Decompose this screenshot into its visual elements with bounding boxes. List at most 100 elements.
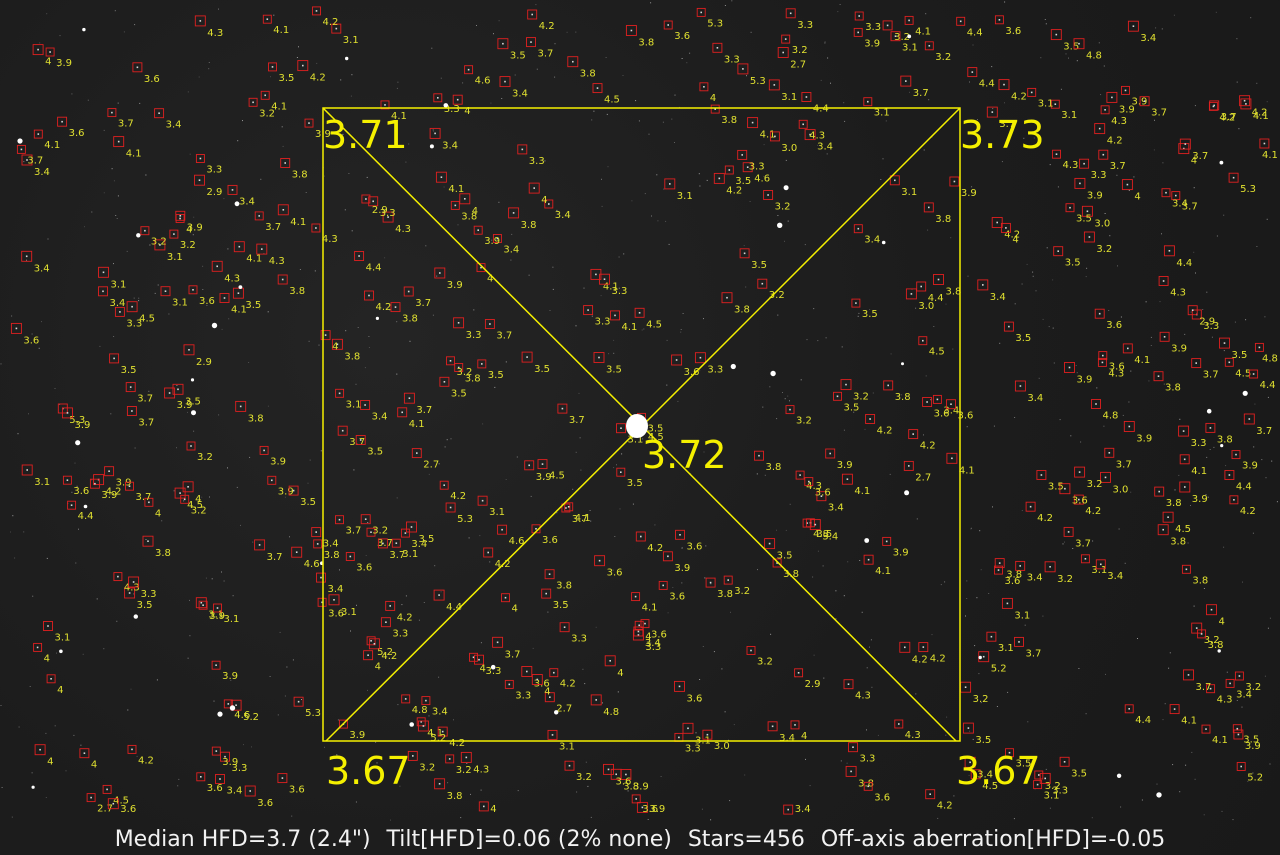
star-hfd-label: 4 [512, 604, 518, 615]
hfd-top-right: 3.73 [960, 113, 1045, 157]
sky-speckle [440, 591, 442, 593]
sky-speckle [703, 318, 704, 320]
star-hfd-label: 3.1 [1014, 610, 1030, 621]
sky-speckle [595, 626, 597, 628]
sky-speckle [890, 353, 892, 355]
star-hfd-label: 4 [490, 804, 496, 815]
sky-speckle [1242, 581, 1243, 583]
sky-speckle [208, 62, 210, 63]
star-point [1157, 375, 1160, 377]
sky-speckle [249, 456, 251, 458]
sky-speckle [837, 11, 839, 13]
sky-speckle [710, 819, 712, 821]
sky-speckle [812, 576, 814, 578]
star-point [635, 798, 637, 800]
sky-speckle [583, 287, 585, 289]
star-point [928, 45, 931, 47]
star-hfd-label: 3.1 [1061, 110, 1077, 121]
sky-speckle [1191, 751, 1193, 753]
sky-speckle [1211, 336, 1213, 338]
star-point [106, 788, 108, 791]
star-point [922, 646, 925, 648]
sky-speckle [605, 57, 607, 58]
star-hfd-label: 4.2 [1219, 112, 1235, 123]
sky-speckle [1059, 419, 1061, 421]
star-point [1162, 280, 1165, 282]
sky-speckle [1159, 301, 1161, 303]
star-hfd-label: 4 [186, 225, 192, 236]
sky-speckle [843, 102, 845, 104]
star-hfd-label: 3.5 [1232, 350, 1248, 361]
sky-speckle [1172, 764, 1174, 766]
sky-speckle [46, 557, 48, 559]
sky-speckle [667, 612, 669, 614]
sky-speckle [923, 149, 925, 151]
sky-speckle [133, 297, 135, 299]
sky-speckle [593, 110, 595, 112]
sky-speckle [591, 315, 593, 317]
sky-speckle [490, 102, 492, 104]
sky-speckle [1044, 19, 1046, 20]
sky-speckle [1118, 528, 1120, 530]
sky-speckle [31, 333, 33, 335]
sky-speckle [1104, 213, 1106, 214]
star-point [640, 535, 642, 538]
sky-speckle [405, 595, 407, 597]
star-point [971, 71, 974, 73]
star-hfd-label: 3.7 [27, 155, 43, 166]
sky-speckle [1064, 541, 1065, 543]
star-hfd-label: 4.3 [809, 130, 825, 141]
star-point [997, 569, 1000, 571]
sky-speckle [549, 310, 551, 311]
sky-speckle [32, 595, 34, 597]
star-hfd-label: 3.6 [687, 693, 703, 704]
sky-speckle [1265, 477, 1267, 479]
star-hfd-label: 3.8 [580, 69, 596, 80]
star-point [315, 531, 317, 533]
sky-speckle [969, 730, 971, 732]
star-point [953, 180, 956, 183]
star-hfd-label: 3.2 [197, 452, 213, 463]
sky-speckle [438, 676, 440, 678]
star-hfd-label: 3.8 [946, 287, 962, 298]
star-hfd-label: 3.3 [595, 317, 611, 328]
star-hfd-label: 3.4 [1107, 571, 1123, 582]
sky-speckle [776, 418, 778, 420]
star-hfd-label: 3.5 [1243, 735, 1259, 746]
star-hfd-label: 2.9 [196, 357, 212, 368]
sky-speckle [1193, 251, 1195, 253]
star-point [271, 479, 273, 482]
star-hfd-label: 4.2 [726, 185, 742, 196]
sky-speckle [681, 547, 683, 549]
sky-speckle [776, 529, 777, 531]
star-hfd-label: 3.6 [356, 563, 372, 574]
sky-speckle [826, 153, 828, 155]
star-field-overlay: 3.43.54.83.73.94.14.24.53.63.83.34.343.2… [0, 0, 1278, 821]
sky-speckle [1080, 441, 1082, 443]
star-hfd-label: 4.2 [376, 302, 392, 313]
star-hfd-label: 4.4 [1176, 258, 1192, 269]
star-point [438, 783, 441, 785]
bright-star-point [133, 614, 138, 619]
bright-star-point [978, 655, 982, 660]
star-point [215, 664, 217, 666]
star-point [1248, 418, 1251, 420]
sky-speckle [756, 473, 758, 475]
star-hfd-label: 3.7 [267, 552, 283, 563]
star-hfd-label: 3.3 [707, 365, 723, 376]
sky-speckle [47, 238, 49, 240]
star-point [667, 555, 669, 558]
star-hfd-label: 3.8 [461, 211, 477, 222]
sky-speckle [648, 133, 650, 135]
sky-speckle [663, 188, 665, 190]
star-point [996, 221, 998, 224]
star-point [679, 534, 681, 536]
sky-speckle [87, 99, 89, 101]
sky-speckle [1194, 778, 1196, 780]
star-hfd-label: 3.2 [973, 694, 989, 705]
star-hfd-label: 4.4 [1260, 380, 1276, 391]
sky-speckle [1234, 321, 1236, 323]
sky-speckle [436, 275, 438, 277]
sky-speckle [115, 215, 117, 216]
sky-speckle [976, 597, 978, 599]
